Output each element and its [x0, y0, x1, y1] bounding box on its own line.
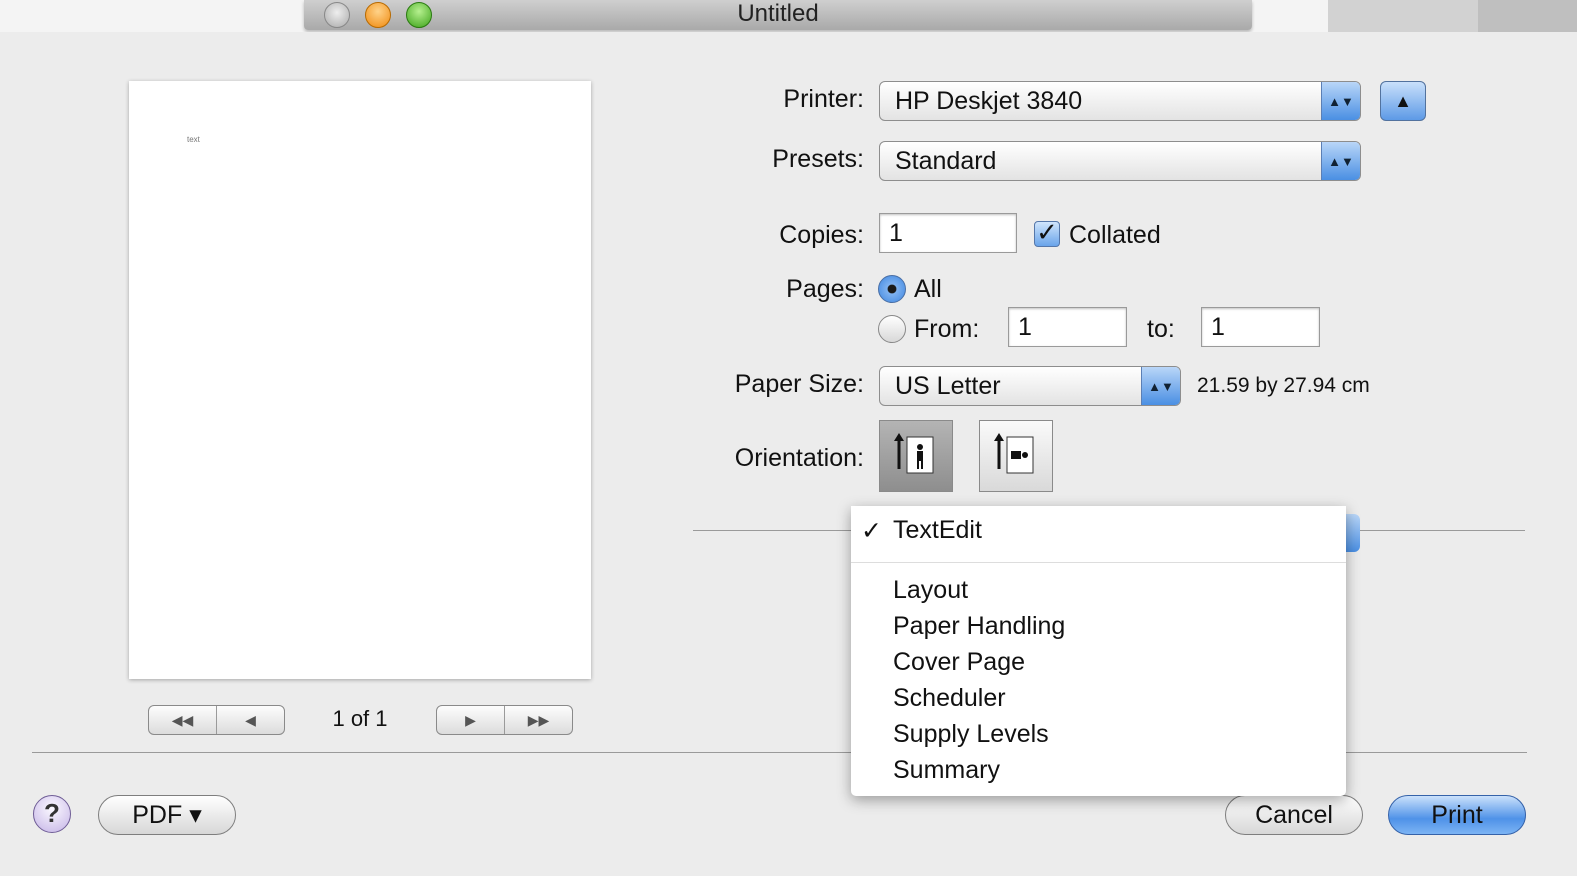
last-page-icon[interactable]: ▶▶	[504, 706, 572, 734]
menu-item-paper-handling[interactable]: Paper Handling	[893, 612, 1065, 641]
menu-item-layout[interactable]: Layout	[893, 576, 968, 605]
section-divider	[1360, 530, 1525, 531]
pane-popup-menu: ✓ TextEdit Layout Paper Handling Cover P…	[851, 506, 1346, 796]
printer-label: Printer:	[783, 85, 864, 113]
collated-checkbox[interactable]: ✓	[1034, 219, 1060, 247]
orientation-label: Orientation:	[734, 444, 864, 472]
popup-arrows-icon: ▲▼	[1321, 82, 1360, 120]
presets-value: Standard	[895, 147, 997, 175]
presets-label: Presets:	[772, 145, 864, 173]
triangle-up-icon: ▲	[1394, 90, 1412, 111]
first-page-icon[interactable]: ◀◀	[149, 706, 216, 734]
help-button[interactable]: ?	[33, 795, 71, 833]
paper-dimensions: 21.59 by 27.94 cm	[1197, 374, 1370, 397]
portrait-orientation-button[interactable]	[879, 420, 953, 492]
next-page-icon[interactable]: ▶	[437, 706, 504, 734]
printer-value: HP Deskjet 3840	[895, 87, 1083, 115]
page-count: 1 of 1	[332, 706, 388, 731]
popup-arrows-icon: ▲▼	[1141, 367, 1180, 405]
collapse-details-button[interactable]: ▲	[1380, 81, 1426, 121]
popup-arrows-icon: ▲▼	[1321, 142, 1360, 180]
menu-separator	[851, 562, 1346, 563]
paper-size-label: Paper Size:	[734, 370, 864, 398]
landscape-icon	[994, 433, 1034, 474]
paper-size-value: US Letter	[895, 372, 1001, 400]
previous-page-icon[interactable]: ◀	[216, 706, 284, 734]
window-titlebar: Untitled	[304, 0, 1252, 30]
landscape-orientation-button[interactable]	[979, 420, 1053, 492]
footer-divider	[1346, 752, 1527, 753]
pages-from-field[interactable]: 1	[1008, 307, 1127, 347]
menu-item-textedit[interactable]: TextEdit	[893, 516, 982, 545]
footer-divider	[32, 752, 852, 753]
menu-item-supply-levels[interactable]: Supply Levels	[893, 720, 1049, 749]
pages-to-label: to:	[1147, 315, 1175, 343]
menu-item-scheduler[interactable]: Scheduler	[893, 684, 1006, 713]
portrait-icon	[894, 433, 934, 474]
preview-back-buttons: ◀◀ ◀	[148, 705, 285, 735]
collated-label: Collated	[1069, 221, 1161, 249]
page-preview: text	[129, 81, 591, 679]
pages-from-radio[interactable]	[878, 315, 906, 343]
pages-all-label: All	[914, 275, 942, 303]
copies-field[interactable]: 1	[879, 213, 1017, 253]
print-button[interactable]: Print	[1388, 795, 1526, 835]
menu-item-cover-page[interactable]: Cover Page	[893, 648, 1025, 677]
preview-forward-buttons: ▶ ▶▶	[436, 705, 573, 735]
section-divider	[693, 530, 853, 531]
printer-popup[interactable]: HP Deskjet 3840 ▲▼	[879, 81, 1361, 121]
preview-page-text: text	[187, 135, 200, 144]
copies-label: Copies:	[779, 221, 864, 249]
background-window	[1328, 0, 1478, 32]
window-title: Untitled	[737, 0, 819, 27]
background-window-edge	[1478, 0, 1577, 32]
menu-item-summary[interactable]: Summary	[893, 756, 1000, 785]
paper-size-popup[interactable]: US Letter ▲▼	[879, 366, 1181, 406]
pages-to-field[interactable]: 1	[1201, 307, 1320, 347]
pdf-button[interactable]: PDF ▾	[98, 795, 236, 835]
presets-popup[interactable]: Standard ▲▼	[879, 141, 1361, 181]
pages-all-radio[interactable]	[878, 275, 906, 303]
pages-from-label: From:	[914, 315, 980, 343]
cancel-button[interactable]: Cancel	[1225, 795, 1363, 835]
checkmark-icon: ✓	[861, 517, 882, 545]
pages-label: Pages:	[786, 275, 864, 303]
